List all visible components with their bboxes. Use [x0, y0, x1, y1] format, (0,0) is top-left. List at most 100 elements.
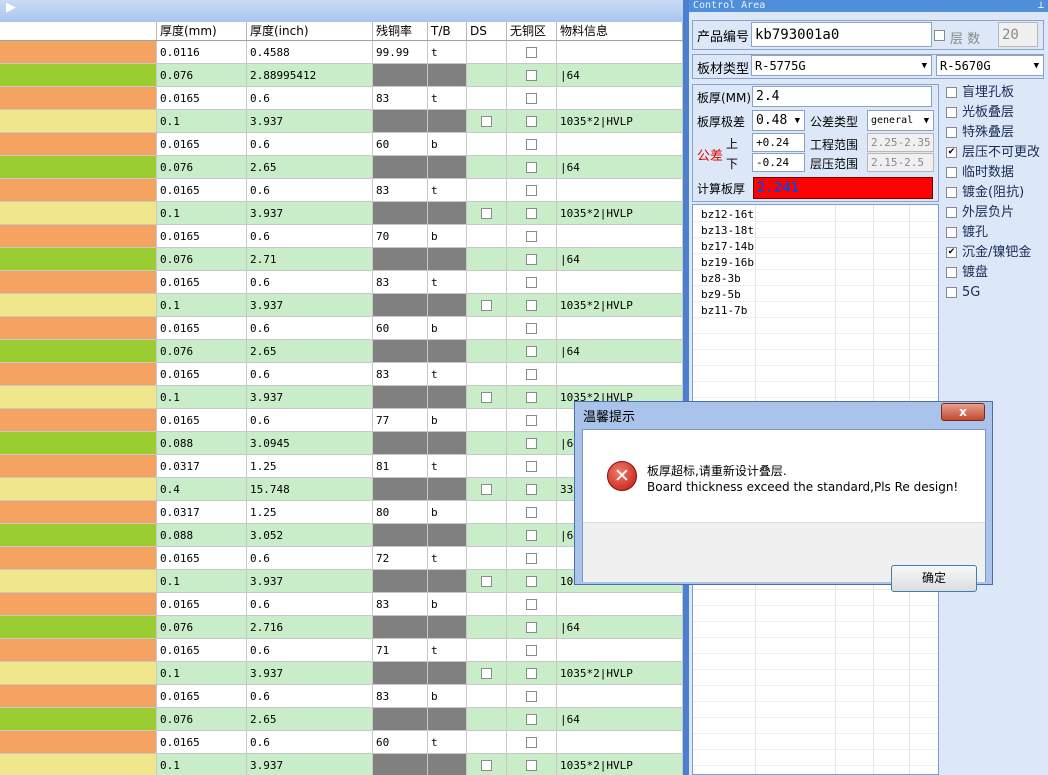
ds-checkbox[interactable]	[481, 576, 492, 587]
ds-checkbox[interactable]	[481, 484, 492, 495]
table-row[interactable]: 0.0165 0.6 83 b	[0, 685, 683, 708]
no-copper-checkbox[interactable]	[526, 139, 537, 150]
table-row[interactable]: 0.076 2.88995412 |64	[0, 64, 683, 87]
cell-inch[interactable]: 0.4588	[247, 41, 373, 64]
no-copper-checkbox[interactable]	[526, 323, 537, 334]
cell-tb[interactable]	[428, 294, 467, 317]
cell-mm[interactable]: 0.076	[157, 708, 247, 731]
layer-color-cell[interactable]	[0, 156, 157, 179]
table-row[interactable]: 0.1 3.937 1035*2|HVLP	[0, 754, 683, 775]
cell-inch[interactable]: 1.25	[247, 455, 373, 478]
cell-tb[interactable]: t	[428, 87, 467, 110]
header-ds[interactable]: DS	[467, 22, 507, 40]
list-item[interactable]: bz17-14b	[701, 240, 754, 253]
no-copper-checkbox[interactable]	[526, 162, 537, 173]
close-icon[interactable]: x	[941, 403, 985, 421]
cell-copper[interactable]	[373, 754, 428, 775]
cell-inch[interactable]: 3.0945	[247, 432, 373, 455]
cell-info[interactable]	[557, 179, 683, 202]
table-row[interactable]: 0.0165 0.6 83 t	[0, 87, 683, 110]
layer-color-cell[interactable]	[0, 386, 157, 409]
cell-ds[interactable]	[467, 501, 507, 524]
lower-tolerance-input[interactable]: -0.24	[752, 153, 805, 172]
ds-checkbox[interactable]	[481, 116, 492, 127]
checkbox[interactable]	[946, 207, 957, 218]
cell-info[interactable]: |64	[557, 340, 683, 363]
cell-ds[interactable]	[467, 570, 507, 593]
cell-nocu[interactable]	[507, 593, 557, 616]
cell-inch[interactable]: 0.6	[247, 271, 373, 294]
cell-ds[interactable]	[467, 478, 507, 501]
cell-info[interactable]	[557, 271, 683, 294]
cell-mm[interactable]: 0.0165	[157, 87, 247, 110]
no-copper-checkbox[interactable]	[526, 438, 537, 449]
header-color[interactable]	[0, 22, 157, 40]
cell-nocu[interactable]	[507, 248, 557, 271]
no-copper-checkbox[interactable]	[526, 116, 537, 127]
no-copper-checkbox[interactable]	[526, 737, 537, 748]
eng-range-input[interactable]: 2.25-2.35	[867, 133, 934, 152]
cell-mm[interactable]: 0.076	[157, 340, 247, 363]
cell-info[interactable]	[557, 731, 683, 754]
no-copper-checkbox[interactable]	[526, 714, 537, 725]
cell-mm[interactable]: 0.1	[157, 754, 247, 775]
cell-copper[interactable]	[373, 386, 428, 409]
layer-color-cell[interactable]	[0, 662, 157, 685]
layers-input[interactable]: 20	[998, 22, 1038, 47]
checkbox[interactable]	[946, 267, 957, 278]
layer-color-cell[interactable]	[0, 478, 157, 501]
cell-nocu[interactable]	[507, 455, 557, 478]
layer-color-cell[interactable]	[0, 179, 157, 202]
table-row[interactable]: 0.076 2.65 |64	[0, 340, 683, 363]
table-row[interactable]: 0.0165 0.6 71 t	[0, 639, 683, 662]
ds-checkbox[interactable]	[481, 392, 492, 403]
cell-nocu[interactable]	[507, 340, 557, 363]
cell-copper[interactable]	[373, 248, 428, 271]
table-row[interactable]: 0.0165 0.6 83 b	[0, 593, 683, 616]
cell-info[interactable]	[557, 41, 683, 64]
layer-color-cell[interactable]	[0, 432, 157, 455]
cell-ds[interactable]	[467, 317, 507, 340]
cell-tb[interactable]	[428, 708, 467, 731]
no-copper-checkbox[interactable]	[526, 415, 537, 426]
no-copper-checkbox[interactable]	[526, 461, 537, 472]
material-select-1[interactable]: R-5775G ▼	[751, 55, 932, 76]
cell-ds[interactable]	[467, 524, 507, 547]
cell-inch[interactable]: 2.716	[247, 616, 373, 639]
cell-inch[interactable]: 0.6	[247, 409, 373, 432]
no-copper-checkbox[interactable]	[526, 185, 537, 196]
cell-copper[interactable]	[373, 110, 428, 133]
cell-info[interactable]	[557, 593, 683, 616]
no-copper-checkbox[interactable]	[526, 254, 537, 265]
checkbox[interactable]	[946, 227, 957, 238]
header-no-copper[interactable]: 无铜区	[507, 22, 557, 40]
cell-mm[interactable]: 0.0317	[157, 501, 247, 524]
list-item[interactable]: bz11-7b	[701, 304, 747, 317]
cell-copper[interactable]	[373, 432, 428, 455]
chevron-down-icon[interactable]: ▼	[922, 56, 927, 75]
cell-mm[interactable]: 0.1	[157, 570, 247, 593]
cell-copper[interactable]: 81	[373, 455, 428, 478]
no-copper-checkbox[interactable]	[526, 645, 537, 656]
list-item[interactable]: bz8-3b	[701, 272, 741, 285]
cell-inch[interactable]: 0.6	[247, 87, 373, 110]
no-copper-checkbox[interactable]	[526, 599, 537, 610]
cell-inch[interactable]: 1.25	[247, 501, 373, 524]
no-copper-checkbox[interactable]	[526, 70, 537, 81]
cell-tb[interactable]	[428, 754, 467, 775]
cell-ds[interactable]	[467, 386, 507, 409]
cell-ds[interactable]	[467, 455, 507, 478]
checkbox[interactable]	[946, 187, 957, 198]
cell-copper[interactable]: 83	[373, 685, 428, 708]
cell-tb[interactable]: t	[428, 41, 467, 64]
cell-info[interactable]	[557, 639, 683, 662]
cell-tb[interactable]	[428, 662, 467, 685]
cell-copper[interactable]	[373, 524, 428, 547]
product-input[interactable]: kb793001a0	[751, 22, 932, 47]
cell-mm[interactable]: 0.1	[157, 386, 247, 409]
layer-color-cell[interactable]	[0, 524, 157, 547]
cell-info[interactable]	[557, 133, 683, 156]
no-copper-checkbox[interactable]	[526, 300, 537, 311]
cell-info[interactable]: |64	[557, 248, 683, 271]
ds-checkbox[interactable]	[481, 208, 492, 219]
